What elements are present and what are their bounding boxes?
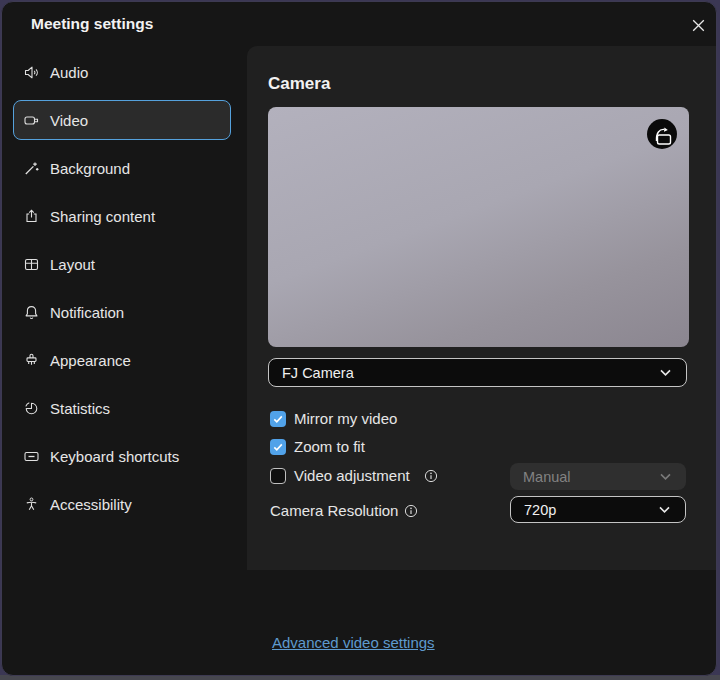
meeting-settings-dialog: Meeting settings Audio Video Background Sha… bbox=[1, 1, 717, 676]
sidebar-item-label: Keyboard shortcuts bbox=[50, 448, 179, 465]
camera-resolution-value: 720p bbox=[524, 502, 556, 518]
sidebar-item-label: Background bbox=[50, 160, 130, 177]
rotate-camera-icon bbox=[649, 121, 675, 147]
video-adjustment-select: Manual bbox=[510, 463, 686, 490]
speaker-icon bbox=[23, 64, 40, 81]
sidebar-item-video[interactable]: Video bbox=[13, 100, 231, 140]
chevron-down-icon bbox=[658, 469, 673, 484]
check-icon bbox=[272, 441, 284, 453]
dialog-title: Meeting settings bbox=[31, 15, 153, 33]
video-adjustment-row[interactable]: Video adjustment bbox=[270, 467, 438, 484]
info-icon[interactable] bbox=[404, 504, 418, 518]
sidebar-item-background[interactable]: Background bbox=[13, 148, 231, 188]
zoom-to-fit-row[interactable]: Zoom to fit bbox=[270, 438, 365, 455]
sidebar-item-label: Audio bbox=[50, 64, 88, 81]
settings-sidebar: Audio Video Background Sharing content Layou… bbox=[13, 52, 231, 532]
camera-icon bbox=[23, 112, 40, 129]
accessibility-icon bbox=[23, 496, 40, 513]
grid-icon bbox=[23, 256, 40, 273]
magic-wand-icon bbox=[23, 160, 40, 177]
share-icon bbox=[23, 208, 40, 225]
sidebar-item-label: Sharing content bbox=[50, 208, 155, 225]
mirror-video-checkbox[interactable] bbox=[270, 411, 286, 427]
video-settings-panel: Camera FJ Camera Mirror my video Zoom to… bbox=[247, 46, 716, 570]
zoom-to-fit-label: Zoom to fit bbox=[294, 438, 365, 455]
rotate-camera-button[interactable] bbox=[647, 119, 677, 149]
sidebar-item-label: Appearance bbox=[50, 352, 131, 369]
zoom-to-fit-checkbox[interactable] bbox=[270, 439, 286, 455]
chevron-down-icon bbox=[658, 365, 673, 380]
camera-resolution-label-row: Camera Resolution bbox=[270, 502, 418, 519]
mirror-video-row[interactable]: Mirror my video bbox=[270, 410, 397, 427]
stats-icon bbox=[23, 400, 40, 417]
video-adjustment-value: Manual bbox=[523, 469, 571, 485]
sidebar-item-layout[interactable]: Layout bbox=[13, 244, 231, 284]
sidebar-item-label: Layout bbox=[50, 256, 95, 273]
chevron-down-icon bbox=[657, 502, 672, 517]
sidebar-item-label: Statistics bbox=[50, 400, 110, 417]
camera-preview bbox=[268, 107, 689, 347]
sidebar-item-statistics[interactable]: Statistics bbox=[13, 388, 231, 428]
bell-icon bbox=[23, 304, 40, 321]
sidebar-item-audio[interactable]: Audio bbox=[13, 52, 231, 92]
camera-resolution-label: Camera Resolution bbox=[270, 502, 398, 519]
camera-select[interactable]: FJ Camera bbox=[268, 358, 687, 387]
sidebar-item-notification[interactable]: Notification bbox=[13, 292, 231, 332]
camera-heading: Camera bbox=[268, 74, 330, 94]
close-button[interactable] bbox=[689, 16, 707, 34]
info-icon[interactable] bbox=[424, 469, 438, 483]
camera-resolution-select[interactable]: 720p bbox=[510, 496, 686, 523]
check-icon bbox=[272, 413, 284, 425]
sidebar-item-label: Notification bbox=[50, 304, 124, 321]
paintbrush-icon bbox=[23, 352, 40, 369]
close-icon bbox=[691, 18, 706, 33]
sidebar-item-appearance[interactable]: Appearance bbox=[13, 340, 231, 380]
sidebar-item-label: Accessibility bbox=[50, 496, 132, 513]
keyboard-icon bbox=[23, 448, 40, 465]
sidebar-item-sharing-content[interactable]: Sharing content bbox=[13, 196, 231, 236]
mirror-video-label: Mirror my video bbox=[294, 410, 397, 427]
sidebar-item-keyboard-shortcuts[interactable]: Keyboard shortcuts bbox=[13, 436, 231, 476]
video-adjustment-label: Video adjustment bbox=[294, 467, 410, 484]
sidebar-item-label: Video bbox=[50, 112, 88, 129]
advanced-video-settings-link[interactable]: Advanced video settings bbox=[272, 634, 435, 651]
camera-select-value: FJ Camera bbox=[282, 365, 354, 381]
sidebar-item-accessibility[interactable]: Accessibility bbox=[13, 484, 231, 524]
video-adjustment-checkbox[interactable] bbox=[270, 468, 286, 484]
